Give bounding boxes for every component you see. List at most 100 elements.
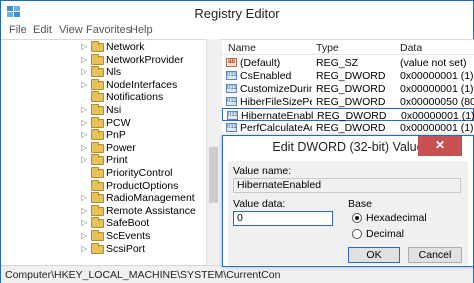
cancel-button[interactable]: Cancel [408, 247, 462, 263]
value-name: CustomizeDurin... [240, 83, 312, 95]
folder-icon [91, 242, 104, 254]
menu-edit[interactable]: Edit [33, 24, 52, 36]
menu-help[interactable]: Help [130, 24, 153, 36]
value-type: REG_DWORD [316, 70, 386, 82]
binary-value-icon: 011 [226, 84, 237, 93]
expand-chevron-icon[interactable]: ▷ [81, 218, 87, 227]
menu-favorites[interactable]: Favorites [86, 24, 131, 36]
value-row[interactable]: 011HiberFileSizePerc... REG_DWORD 0x000000… [222, 95, 474, 108]
tree-item[interactable]: ▷ SafeBoot [1, 217, 206, 230]
value-type: REG_SZ [316, 57, 359, 69]
menu-file[interactable]: File [9, 24, 27, 36]
tree-item[interactable]: ▷ ScEvents [1, 230, 206, 243]
tree-item-label: Print [106, 154, 128, 167]
tree-item-label: SafeBoot [106, 217, 150, 230]
tree-item-label: RadioManagement [106, 192, 195, 205]
folder-icon [91, 91, 104, 103]
status-bar: Computer\HKEY_LOCAL_MACHINE\SYSTEM\Curre… [1, 265, 473, 283]
value-name: PerfCalculateAct... [240, 122, 312, 134]
tree-item[interactable]: ▷ PnP [1, 129, 206, 142]
expand-chevron-icon[interactable]: ▷ [81, 55, 87, 64]
hexadecimal-radio-label[interactable]: Hexadecimal [366, 212, 427, 224]
value-row[interactable]: ab (Default) REG_SZ (value not set) [222, 56, 474, 69]
value-name-label: Value name: [233, 165, 292, 177]
tree-item[interactable]: ▷ Nls [1, 66, 206, 79]
folder-icon [91, 167, 104, 178]
window-title: Registry Editor [194, 6, 280, 21]
value-name: HiberFileSizePerc... [240, 96, 312, 108]
value-row[interactable]: 011PerfCalculateAct... REG_DWORD 0x0000000… [222, 121, 474, 134]
hexadecimal-radio[interactable] [352, 213, 362, 223]
binary-value-icon: 011 [226, 71, 237, 80]
tree-item-label: Network [106, 41, 145, 53]
expand-chevron-icon[interactable]: ▷ [81, 67, 87, 76]
folder-icon [91, 129, 104, 141]
registry-key-tree[interactable]: ▷ Network ▷ NetworkProvider ▷ Nls ▷ NodeInterfa… [1, 39, 219, 265]
value-data-input[interactable]: 0 [233, 211, 333, 226]
menu-view[interactable]: View [59, 24, 83, 36]
expand-chevron-icon[interactable]: ▷ [81, 80, 87, 89]
expand-chevron-icon[interactable]: ▷ [81, 143, 87, 152]
expand-chevron-icon[interactable]: ▷ [81, 231, 87, 240]
list-header: Name Type Data [222, 40, 474, 55]
binary-value-icon: 011 [226, 123, 237, 132]
expand-chevron-icon[interactable]: ▷ [81, 118, 87, 127]
expand-chevron-icon[interactable]: ▷ [81, 42, 87, 51]
values-list: Name Type Data ab (Default) REG_SZ (value n… [222, 39, 474, 135]
column-header-name[interactable]: Name [228, 42, 256, 54]
value-data: 0x00000001 (1) [400, 70, 474, 82]
folder-icon [91, 204, 104, 216]
tree-item-label: ScsiPort [106, 242, 146, 255]
tree-item[interactable]: ▷ Nsi [1, 104, 206, 117]
binary-value-icon: 011 [226, 97, 237, 106]
value-row[interactable]: 011HibernateEnabledREG_DWORD0x00000001 (… [222, 108, 474, 122]
value-type: REG_DWORD [316, 96, 386, 108]
tree-item[interactable]: ProductOptions [1, 179, 206, 193]
title-bar[interactable]: Registry Editor [1, 1, 473, 25]
folder-icon [91, 141, 104, 153]
tree-item[interactable]: ▷ NetworkProvider [1, 53, 206, 67]
tree-item[interactable]: Notifications [1, 91, 206, 104]
tree-scrollbar-thumb[interactable] [209, 147, 218, 203]
value-data: 0x00000050 (80) [400, 96, 474, 108]
tree-item[interactable]: ▷ NodeInterfaces [1, 78, 206, 92]
tree-item[interactable]: ▷ Power [1, 141, 206, 155]
tree-item-label: ProductOptions [106, 179, 179, 192]
tree-item[interactable]: ▷ PCW [1, 116, 206, 130]
tree-item[interactable]: ▷ Print [1, 154, 206, 167]
tree-item[interactable]: PriorityControl [1, 167, 206, 180]
value-data: 0x00000001 (1) [400, 122, 474, 134]
tree-item[interactable]: ▷ Network [1, 41, 206, 54]
expand-chevron-icon[interactable]: ▷ [81, 105, 87, 114]
tree-item-label: PnP [106, 129, 126, 142]
registry-editor-window: Registry Editor File Edit View Favorites… [0, 0, 474, 283]
tree-item-label: Remote Assistance [106, 204, 196, 217]
expand-chevron-icon[interactable]: ▷ [81, 130, 87, 139]
close-button[interactable]: ✕ [418, 136, 462, 156]
tree-item-label: NetworkProvider [106, 53, 184, 66]
value-name-field: HibernateEnabled [233, 178, 461, 193]
tree-item[interactable]: ▷ Remote Assistance [1, 204, 206, 218]
close-icon: ✕ [434, 138, 446, 152]
tree-scrollbar[interactable] [206, 39, 219, 265]
ok-button[interactable]: OK [348, 247, 400, 263]
value-row[interactable]: 011CustomizeDurin... REG_DWORD 0x00000001 … [222, 82, 474, 95]
tree-item[interactable]: ▷ RadioManagement [1, 192, 206, 205]
folder-icon [91, 230, 104, 241]
tree-item[interactable]: ▷ ScsiPort [1, 242, 206, 256]
value-data-label: Value data: [233, 198, 286, 210]
tree-item-label: ScEvents [106, 230, 151, 242]
value-type: REG_DWORD [316, 122, 386, 134]
decimal-radio-label[interactable]: Decimal [366, 228, 404, 240]
expand-chevron-icon[interactable]: ▷ [81, 206, 87, 215]
status-path: Computer\HKEY_LOCAL_MACHINE\SYSTEM\Curre… [5, 269, 281, 281]
expand-chevron-icon[interactable]: ▷ [81, 193, 87, 202]
expand-chevron-icon[interactable]: ▷ [81, 244, 87, 253]
tree-item-label: Nls [106, 66, 122, 79]
column-header-data[interactable]: Data [400, 42, 422, 54]
expand-chevron-icon[interactable]: ▷ [81, 155, 87, 164]
value-row[interactable]: 011 CsEnabled REG_DWORD 0x00000001 (1) [222, 69, 474, 82]
decimal-radio[interactable] [352, 229, 362, 239]
folder-icon [91, 217, 104, 229]
column-header-type[interactable]: Type [316, 42, 339, 54]
